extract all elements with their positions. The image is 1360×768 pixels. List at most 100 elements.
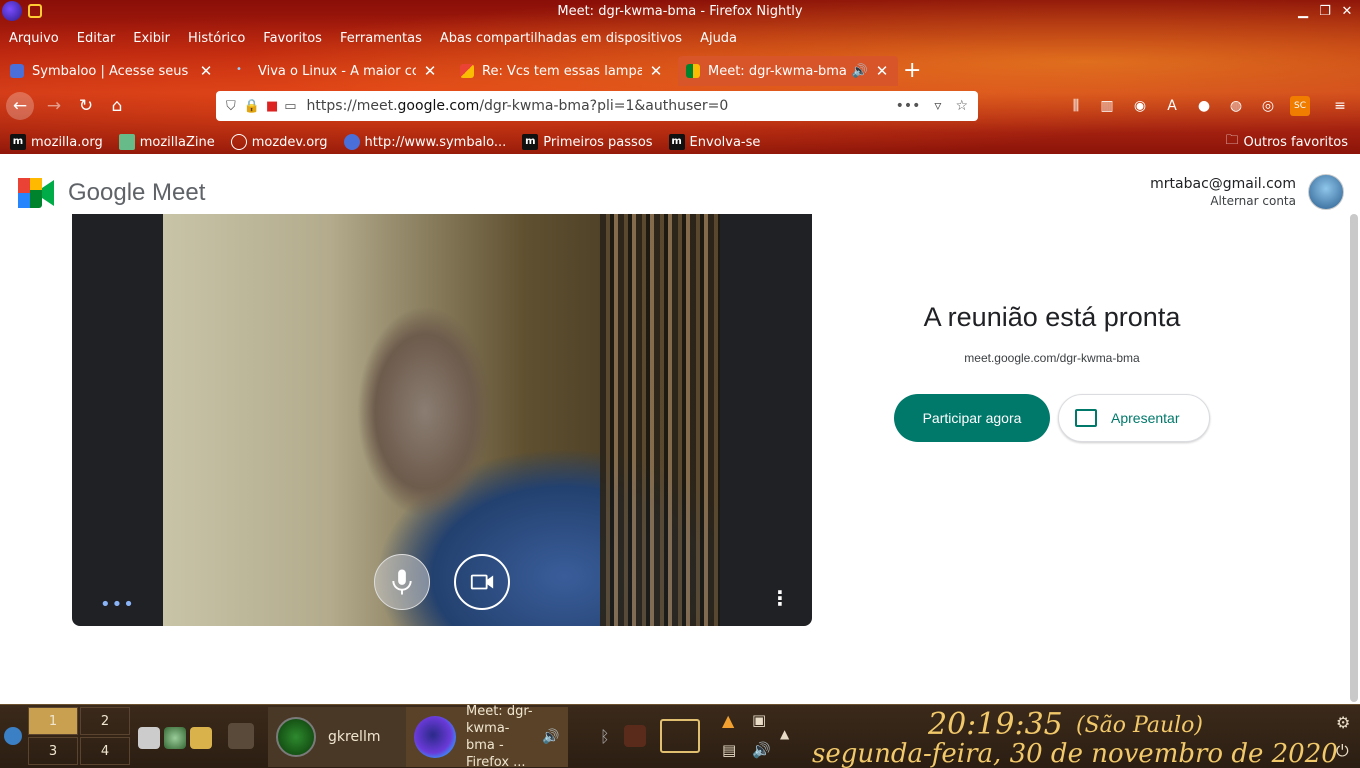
desktop-pager-3[interactable]: 3	[28, 737, 78, 765]
task-gkrellm[interactable]: gkrellm	[268, 707, 406, 767]
volume-icon[interactable]: 🔊	[752, 741, 771, 759]
account-icon[interactable]: ◎	[1258, 96, 1278, 116]
app-launcher-icon[interactable]	[4, 727, 22, 745]
meet-favicon-icon	[686, 64, 700, 78]
menu-favoritos[interactable]: Favoritos	[254, 28, 331, 50]
more-options-dots-icon[interactable]: •••	[100, 594, 135, 615]
task-label: gkrellm	[328, 729, 381, 745]
bookmark-mozilla-org[interactable]: m mozilla.org	[10, 134, 103, 150]
lock-icon[interactable]: 🔒	[244, 99, 260, 114]
menu-arquivo[interactable]: Arquivo	[0, 28, 68, 50]
keyboard-layout-icon[interactable]	[660, 719, 700, 753]
brand-name: Google Meet	[68, 179, 206, 206]
extension-sc-icon[interactable]: SC	[1290, 96, 1310, 116]
translate-icon[interactable]: A	[1162, 96, 1182, 116]
minimize-icon[interactable]: ▁	[1294, 3, 1312, 21]
taskbar: 1 2 3 4 gkrellm Meet: dgr-kwma-bma - Fir…	[0, 704, 1360, 768]
bookmark-mozillazine[interactable]: mozillaZine	[118, 134, 215, 150]
file-manager-launcher-icon[interactable]	[228, 723, 254, 749]
library-icon[interactable]: ⫼	[1066, 96, 1086, 116]
url-bar[interactable]: ⛉ 🔒 ■ ▭ https://meet.google.com/dgr-kwma…	[216, 91, 978, 121]
menu-ferramentas[interactable]: Ferramentas	[331, 28, 431, 50]
bluetooth-icon[interactable]: ᛒ	[600, 727, 610, 746]
tab-label: Symbaloo | Acesse seus fa	[32, 63, 192, 79]
close-tab-icon[interactable]: ✕	[198, 62, 214, 80]
camera-toggle-button[interactable]	[454, 554, 510, 610]
hamburger-menu-icon[interactable]: ≡	[1330, 96, 1350, 116]
audio-playing-icon[interactable]: 🔊	[542, 729, 559, 745]
tab-label: Viva o Linux - A maior com	[258, 63, 416, 79]
pocket-icon[interactable]: ▿	[934, 98, 941, 114]
teapot-launcher-icon[interactable]	[190, 727, 212, 749]
network-icon[interactable]: ▣	[752, 711, 766, 729]
task-firefox[interactable]: Meet: dgr-kwma-bma - Firefox ... 🔊	[406, 704, 568, 768]
power-icon[interactable]: ⏻	[1336, 741, 1349, 761]
tab-label: Meet: dgr-kwma-bma	[708, 63, 846, 79]
camera-permission-icon[interactable]: ■	[266, 99, 278, 114]
reload-button[interactable]: ↻	[72, 92, 100, 120]
shield-icon[interactable]: ⛉	[226, 99, 236, 114]
vlc-cone-icon[interactable]: ▲	[722, 711, 734, 730]
present-label: Apresentar	[1111, 410, 1180, 426]
new-tab-button[interactable]: +	[903, 58, 921, 83]
page-actions-icon[interactable]: •••	[896, 98, 921, 114]
bookmark-mozdev[interactable]: mozdev.org	[230, 134, 328, 150]
present-button[interactable]: Apresentar	[1058, 394, 1210, 442]
tab-meet[interactable]: Meet: dgr-kwma-bma 🔊 ✕	[678, 56, 898, 86]
desktop-pager-1[interactable]: 1	[28, 707, 78, 735]
close-window-icon[interactable]: ✕	[1338, 3, 1356, 21]
home-button[interactable]: ⌂	[103, 92, 131, 120]
forward-button[interactable]: →	[40, 92, 68, 120]
speaker-icon[interactable]: 🔊	[852, 64, 868, 79]
tray-expand-icon[interactable]: ▲	[780, 727, 789, 741]
menu-historico[interactable]: Histórico	[179, 28, 254, 50]
join-now-button[interactable]: Participar agora	[894, 394, 1050, 442]
extension-earth-icon[interactable]: ●	[1194, 96, 1214, 116]
terminal-launcher-icon[interactable]	[138, 727, 160, 749]
bookmark-star-icon[interactable]: ☆	[955, 98, 968, 114]
extension-ball-icon[interactable]: ◍	[1226, 96, 1246, 116]
bookmark-primeiros-passos[interactable]: m Primeiros passos	[522, 134, 653, 150]
menu-editar[interactable]: Editar	[68, 28, 125, 50]
menu-abas-compartilhadas[interactable]: Abas compartilhadas em dispositivos	[431, 28, 691, 50]
page-scrollbar[interactable]	[1350, 214, 1358, 702]
close-tab-icon[interactable]: ✕	[422, 62, 438, 80]
close-tab-icon[interactable]: ✕	[874, 62, 890, 80]
back-button[interactable]: ←	[6, 92, 34, 120]
url-text[interactable]: https://meet.google.com/dgr-kwma-bma?pli…	[307, 98, 729, 114]
extension-globe-icon[interactable]: ◉	[1130, 96, 1150, 116]
chat-icon[interactable]: ▭	[284, 99, 296, 114]
desktop-pager-4[interactable]: 4	[80, 737, 130, 765]
maximize-icon[interactable]: ❐	[1316, 3, 1334, 21]
clock-time[interactable]: 20:19:35	[928, 707, 1063, 742]
tab-vivaolinux[interactable]: • Viva o Linux - A maior com ✕	[228, 56, 446, 86]
navigation-bar: ← → ↻ ⌂ ⛉ 🔒 ■ ▭ https://meet.google.com/…	[0, 88, 1360, 124]
title-bar: Meet: dgr-kwma-bma - Firefox Nightly ▁ ❐…	[0, 0, 1360, 24]
clock-timezone: (São Paulo)	[1076, 713, 1203, 738]
desktop-pager-2[interactable]: 2	[80, 707, 130, 735]
other-bookmarks[interactable]: 🗀 Outros favoritos	[1226, 131, 1348, 153]
system-settings-icon[interactable]: ⚙	[1336, 713, 1350, 732]
bookmark-envolva-se[interactable]: m Envolva-se	[668, 134, 760, 150]
clock-date[interactable]: segunda-feira, 30 de novembro de 2020	[812, 739, 1338, 768]
tab-symbaloo[interactable]: Symbaloo | Acesse seus fa ✕	[2, 56, 222, 86]
google-meet-logo[interactable]: Google Meet	[18, 178, 205, 208]
close-tab-icon[interactable]: ✕	[648, 62, 664, 80]
bookmark-symbaloo[interactable]: http://www.symbalo...	[343, 134, 506, 150]
clipboard-icon[interactable]: ▤	[722, 741, 736, 759]
tab-gmail[interactable]: Re: Vcs tem essas lampada ✕	[452, 56, 672, 86]
mozilla-m-icon: m	[668, 134, 685, 150]
account-info: mrtabac@gmail.com Alternar conta	[1150, 176, 1296, 208]
background-bookshelf	[600, 214, 720, 626]
sidebar-icon[interactable]: ▥	[1097, 96, 1117, 116]
more-vert-icon[interactable]: ⋮	[770, 586, 790, 610]
menu-ajuda[interactable]: Ajuda	[691, 28, 746, 50]
video-preview: ••• ⋮	[72, 214, 812, 626]
tray-app-icon[interactable]	[624, 725, 646, 747]
avatar[interactable]	[1308, 174, 1344, 210]
switch-account-link[interactable]: Alternar conta	[1150, 194, 1296, 208]
settings-gear-icon[interactable]	[164, 727, 186, 749]
microphone-toggle-button[interactable]	[374, 554, 430, 610]
mozilla-m-icon: m	[10, 134, 26, 150]
menu-exibir[interactable]: Exibir	[124, 28, 179, 50]
